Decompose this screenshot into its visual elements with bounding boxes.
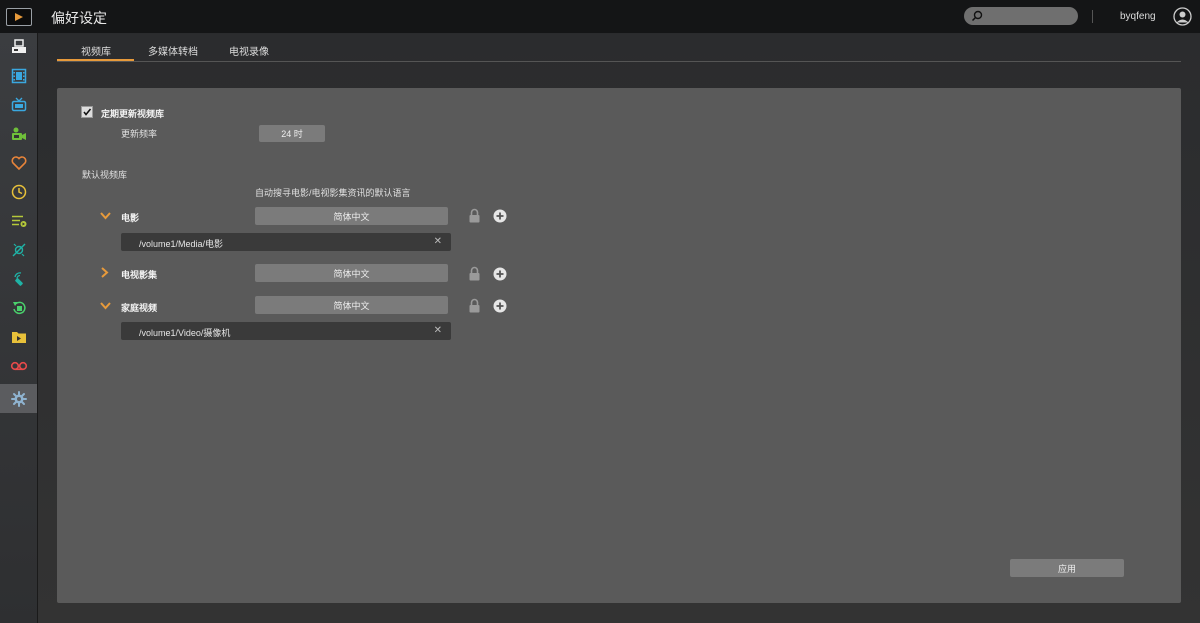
sidebar-item-movies[interactable] xyxy=(0,62,37,89)
add-folder-icon[interactable] xyxy=(493,267,507,281)
sidebar-item-folders[interactable] xyxy=(0,323,37,350)
lock-icon[interactable] xyxy=(469,208,480,223)
convert-icon xyxy=(12,301,26,314)
category-name-movies: 电影 xyxy=(121,213,140,223)
camcorder-icon xyxy=(11,127,26,140)
language-select-home-videos[interactable]: 简体中文 xyxy=(255,296,448,314)
sidebar-item-remote[interactable] xyxy=(0,265,37,292)
sidebar-item-playlist[interactable] xyxy=(0,207,37,234)
folder-path-text: /volume1/Media/电影 xyxy=(139,239,224,249)
remove-folder-icon[interactable]: ✕ xyxy=(434,325,442,336)
language-select-movies[interactable]: 简体中文 xyxy=(255,207,448,225)
search-input[interactable] xyxy=(964,7,1078,25)
frequency-label: 更新频率 xyxy=(121,129,158,139)
sidebar-item-home-videos[interactable] xyxy=(0,120,37,147)
tv-icon xyxy=(11,97,26,111)
playlist-icon xyxy=(11,215,26,227)
add-folder-icon[interactable] xyxy=(493,209,507,223)
settings-panel: 定期更新视频库 更新频率 24 时 默认视频库 自动搜寻电影/电视影集资讯的默认… xyxy=(57,88,1181,603)
folder-icon xyxy=(11,331,26,343)
folder-path-home-videos[interactable]: /volume1/Video/摄像机 ✕ xyxy=(121,322,451,340)
sidebar-item-settings[interactable] xyxy=(0,384,37,413)
page-title: 偏好设定 xyxy=(51,10,107,26)
search-icon xyxy=(971,10,983,22)
sidebar-item-server[interactable] xyxy=(0,33,37,60)
username[interactable]: byqfeng xyxy=(1120,11,1156,22)
sidebar-item-conversion[interactable] xyxy=(0,294,37,321)
gear-icon xyxy=(10,390,27,407)
sidebar xyxy=(0,33,38,623)
chevron-down-icon[interactable] xyxy=(100,212,111,220)
divider xyxy=(1092,10,1093,23)
language-hint: 自动搜寻电影/电视影集资讯的默认语言 xyxy=(255,188,411,198)
sidebar-item-recently-watched[interactable] xyxy=(0,178,37,205)
active-tab-indicator xyxy=(57,59,134,61)
sidebar-item-favorites[interactable] xyxy=(0,149,37,176)
remove-folder-icon[interactable]: ✕ xyxy=(434,236,442,247)
auto-update-label: 定期更新视频库 xyxy=(101,109,165,119)
server-icon xyxy=(11,38,26,53)
lock-icon[interactable] xyxy=(469,266,480,281)
folder-path-movies[interactable]: /volume1/Media/电影 ✕ xyxy=(121,233,451,251)
sidebar-item-tv-shows[interactable] xyxy=(0,91,37,118)
dlna-icon xyxy=(12,243,25,256)
film-icon xyxy=(11,68,26,83)
sidebar-item-recordings[interactable] xyxy=(0,352,37,379)
add-folder-icon[interactable] xyxy=(493,299,507,313)
tab-bar: 视频库 多媒体转档 电视录像 xyxy=(57,34,1181,62)
chevron-right-icon[interactable] xyxy=(101,267,109,278)
category-name-tv-series: 电视影集 xyxy=(121,270,158,280)
user-avatar-icon[interactable] xyxy=(1173,7,1192,26)
heart-icon xyxy=(10,155,27,170)
auto-update-checkbox[interactable] xyxy=(81,106,93,118)
category-name-home-videos: 家庭视频 xyxy=(121,303,158,313)
language-select-tv-series[interactable]: 简体中文 xyxy=(255,264,448,282)
remote-icon xyxy=(13,271,23,286)
lock-icon[interactable] xyxy=(469,298,480,313)
voicemail-icon xyxy=(10,361,27,370)
clock-icon xyxy=(11,184,26,199)
sidebar-item-dlna[interactable] xyxy=(0,236,37,263)
folder-path-text: /volume1/Video/摄像机 xyxy=(139,328,231,338)
title-bar: 偏好设定 byqfeng xyxy=(0,0,1200,34)
checkmark-icon xyxy=(83,108,92,116)
apply-button[interactable]: 应用 xyxy=(1010,559,1124,577)
frequency-select[interactable]: 24 时 xyxy=(259,125,325,142)
video-station-logo-icon[interactable] xyxy=(6,8,32,26)
tab-tv-recording[interactable]: 电视录像 xyxy=(229,43,269,58)
tab-media-conversion[interactable]: 多媒体转档 xyxy=(148,43,198,58)
tab-video-library[interactable]: 视频库 xyxy=(81,43,111,58)
chevron-down-icon[interactable] xyxy=(100,302,111,310)
default-library-label: 默认视频库 xyxy=(82,170,128,180)
